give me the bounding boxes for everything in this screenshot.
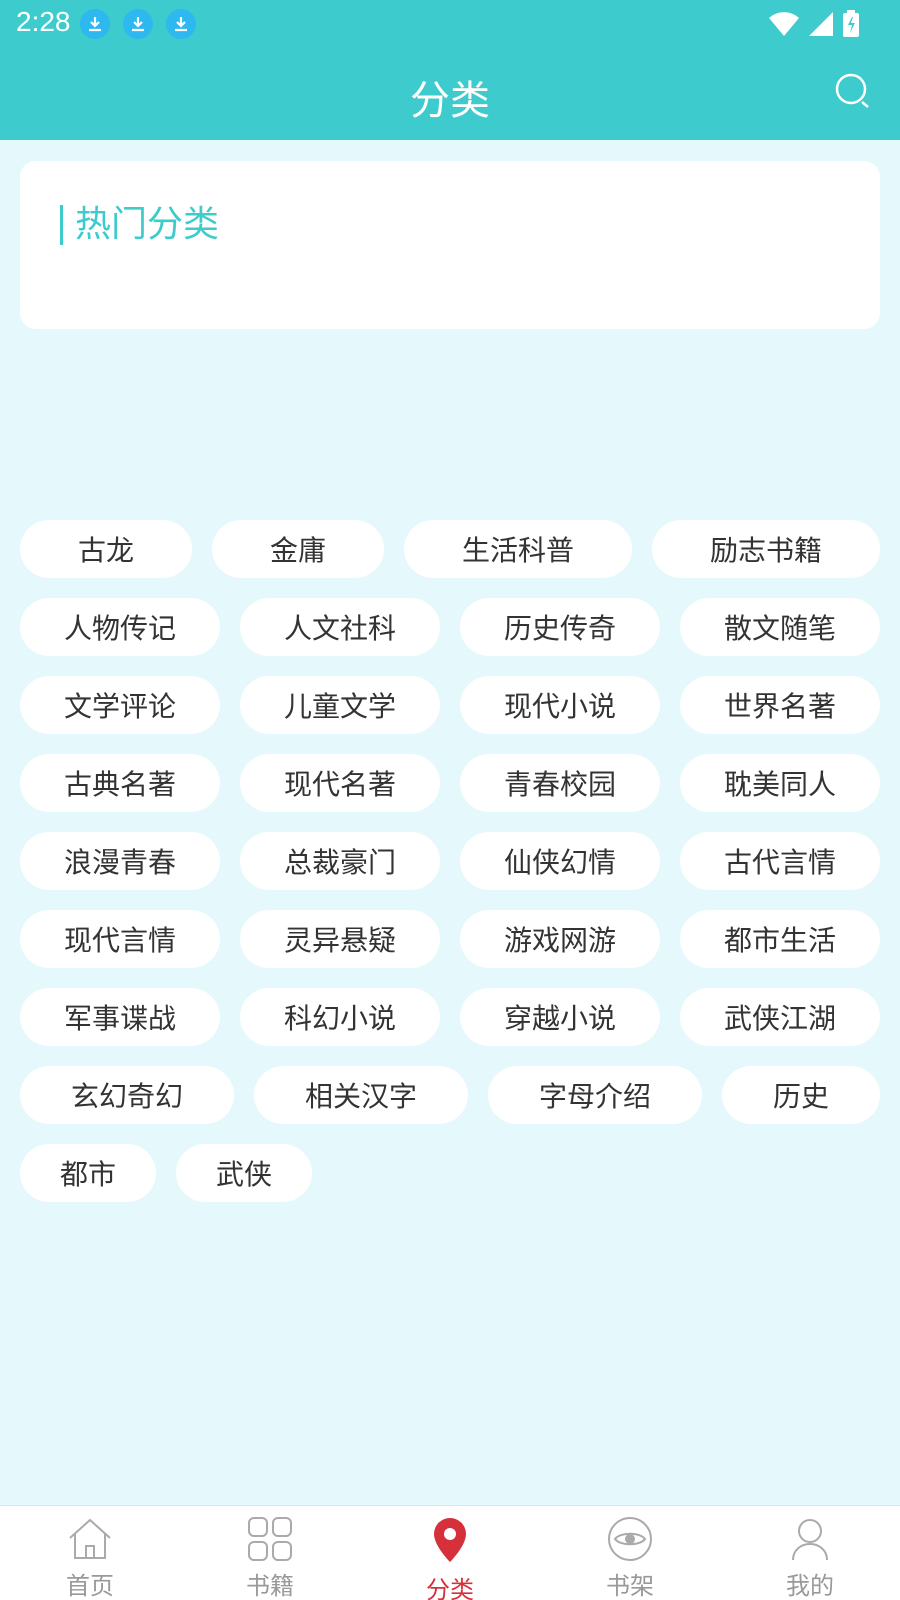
download-icon <box>123 9 153 39</box>
page-title: 分类 <box>410 78 490 124</box>
tag-row: 浪漫青春 总裁豪门 仙侠幻情 古代言情 <box>20 832 880 890</box>
tag-row: 军事谍战 科幻小说 穿越小说 武侠江湖 <box>20 988 880 1046</box>
status-time: 2:28 <box>16 6 71 37</box>
tag-row: 古龙 金庸 生活科普 励志书籍 <box>20 520 880 578</box>
search-icon <box>835 73 869 108</box>
category-tag[interactable]: 古龙 <box>20 520 192 578</box>
category-tag[interactable]: 仙侠幻情 <box>460 832 660 890</box>
category-tag[interactable]: 人物传记 <box>20 598 220 656</box>
tag-row: 玄幻奇幻 相关汉字 字母介绍 历史 <box>20 1066 880 1124</box>
category-tag[interactable]: 世界名著 <box>680 676 880 734</box>
category-tag[interactable]: 古代言情 <box>680 832 880 890</box>
location-pin-icon <box>434 1518 466 1562</box>
category-tag[interactable]: 浪漫青春 <box>20 832 220 890</box>
category-tag[interactable]: 文学评论 <box>20 676 220 734</box>
home-icon <box>69 1518 111 1559</box>
user-icon <box>792 1519 828 1561</box>
category-tag[interactable]: 总裁豪门 <box>240 832 440 890</box>
category-tag[interactable]: 游戏网游 <box>460 910 660 968</box>
grid-icon <box>248 1517 292 1561</box>
eye-icon <box>608 1517 652 1561</box>
category-tag[interactable]: 都市生活 <box>680 910 880 968</box>
category-tag[interactable]: 玄幻奇幻 <box>20 1066 234 1124</box>
nav-label: 分类 <box>426 1576 474 1600</box>
wifi-icon <box>768 11 800 41</box>
category-tag[interactable]: 现代名著 <box>240 754 440 812</box>
category-tag[interactable]: 字母介绍 <box>488 1066 702 1124</box>
search-button[interactable] <box>834 72 874 112</box>
app-bar: 分类 <box>0 48 900 140</box>
nav-label: 书架 <box>606 1572 654 1600</box>
nav-label: 我的 <box>786 1572 834 1600</box>
category-tag[interactable]: 穿越小说 <box>460 988 660 1046</box>
download-icon <box>166 9 196 39</box>
bottom-nav: 首页 书籍 分类 书架 我的 <box>0 1505 900 1600</box>
category-tag[interactable]: 武侠江湖 <box>680 988 880 1046</box>
tag-row: 现代言情 灵异悬疑 游戏网游 都市生活 <box>20 910 880 968</box>
category-tag[interactable]: 灵异悬疑 <box>240 910 440 968</box>
category-tag[interactable]: 儿童文学 <box>240 676 440 734</box>
status-bar: 2:28 <box>0 0 900 48</box>
category-tag[interactable]: 生活科普 <box>404 520 632 578</box>
category-tag[interactable]: 青春校园 <box>460 754 660 812</box>
hot-categories-card: 热门分类 <box>20 161 880 329</box>
download-icon <box>80 9 110 39</box>
nav-shelf[interactable]: 书架 <box>540 1506 720 1600</box>
category-tag[interactable]: 历史传奇 <box>460 598 660 656</box>
category-tags: 古龙 金庸 生活科普 励志书籍 人物传记 人文社科 历史传奇 散文随笔 文学评论… <box>20 520 880 1222</box>
nav-category[interactable]: 分类 <box>360 1506 540 1600</box>
category-tag[interactable]: 现代小说 <box>460 676 660 734</box>
tag-row: 文学评论 儿童文学 现代小说 世界名著 <box>20 676 880 734</box>
category-tag[interactable]: 相关汉字 <box>254 1066 468 1124</box>
nav-label: 书籍 <box>246 1572 294 1600</box>
category-tag[interactable]: 科幻小说 <box>240 988 440 1046</box>
category-tag[interactable]: 军事谍战 <box>20 988 220 1046</box>
category-tag[interactable]: 古典名著 <box>20 754 220 812</box>
tag-row: 古典名著 现代名著 青春校园 耽美同人 <box>20 754 880 812</box>
nav-home[interactable]: 首页 <box>0 1506 180 1600</box>
category-tag[interactable]: 都市 <box>20 1144 156 1202</box>
category-tag[interactable]: 现代言情 <box>20 910 220 968</box>
category-tag[interactable]: 耽美同人 <box>680 754 880 812</box>
nav-books[interactable]: 书籍 <box>180 1506 360 1600</box>
category-tag[interactable]: 金庸 <box>212 520 384 578</box>
hot-categories-title: 热门分类 <box>60 205 219 245</box>
category-tag[interactable]: 武侠 <box>176 1144 312 1202</box>
category-tag[interactable]: 励志书籍 <box>652 520 880 578</box>
category-tag[interactable]: 人文社科 <box>240 598 440 656</box>
nav-label: 首页 <box>66 1572 114 1600</box>
category-tag[interactable]: 历史 <box>722 1066 880 1124</box>
tag-row: 人物传记 人文社科 历史传奇 散文随笔 <box>20 598 880 656</box>
category-tag[interactable]: 散文随笔 <box>680 598 880 656</box>
nav-mine[interactable]: 我的 <box>720 1506 900 1600</box>
signal-icon <box>808 11 834 41</box>
tag-row: 都市 武侠 <box>20 1144 880 1202</box>
battery-icon <box>842 10 860 42</box>
